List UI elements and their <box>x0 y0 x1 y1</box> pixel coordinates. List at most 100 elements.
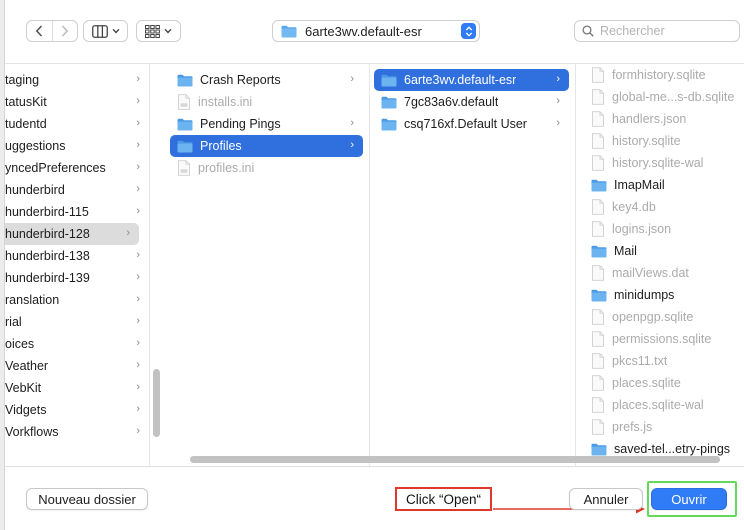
folder-row[interactable]: Profiles › <box>170 135 363 157</box>
chevron-down-icon <box>164 28 172 34</box>
item-label: places.sqlite <box>612 376 681 390</box>
chevron-right-icon: › <box>136 249 140 261</box>
folder-row[interactable]: hunderbird › <box>5 179 149 201</box>
folder-row[interactable]: rial › <box>5 311 149 333</box>
item-label: Crash Reports <box>200 73 281 87</box>
file-row[interactable]: mailViews.dat <box>576 262 744 284</box>
folder-icon <box>381 96 397 108</box>
file-row[interactable]: places.sqlite <box>576 372 744 394</box>
folder-icon <box>591 179 607 191</box>
chevron-left-icon <box>36 25 43 37</box>
toolbar: 6arte3wv.default-esr <box>5 0 744 63</box>
file-icon <box>592 133 604 149</box>
open-button[interactable]: Ouvrir <box>651 488 727 510</box>
item-label: ranslation <box>5 293 60 307</box>
file-icon <box>592 375 604 391</box>
chevron-right-icon: › <box>136 139 140 151</box>
horizontal-scrollbar[interactable] <box>190 456 720 463</box>
new-folder-button[interactable]: Nouveau dossier <box>26 488 148 510</box>
folder-row[interactable]: hunderbird-128 › <box>5 223 139 245</box>
folder-icon <box>281 25 297 37</box>
folder-row[interactable]: hunderbird-138 › <box>5 245 149 267</box>
file-row[interactable]: global-me...s-db.sqlite <box>576 86 744 108</box>
chevron-right-icon: › <box>136 73 140 85</box>
folder-row[interactable]: 6arte3wv.default-esr › <box>374 69 569 91</box>
column-browser: taging › tatusKit › tudentd › uggestions › ynced… <box>5 63 744 466</box>
search-field[interactable] <box>574 20 740 42</box>
file-row[interactable]: handlers.json <box>576 108 744 130</box>
columns-icon <box>91 24 108 38</box>
folder-row[interactable]: VebKit › <box>5 377 149 399</box>
cancel-button[interactable]: Annuler <box>569 488 643 510</box>
folder-row[interactable]: tudentd › <box>5 113 149 135</box>
group-view-button[interactable] <box>136 20 181 42</box>
folder-row[interactable]: Mail <box>576 240 744 262</box>
column-profiles: 6arte3wv.default-esr › 7gc83a6v.default › cs… <box>370 64 576 466</box>
folder-row[interactable]: Vidgets › <box>5 399 149 421</box>
folder-row[interactable]: hunderbird-115 › <box>5 201 149 223</box>
grid-icon <box>145 24 160 38</box>
folder-icon <box>177 118 193 130</box>
file-icon <box>592 89 604 105</box>
column-view-button[interactable] <box>83 20 128 42</box>
folder-row[interactable]: hunderbird-139 › <box>5 267 149 289</box>
item-label: pkcs11.txt <box>612 354 668 368</box>
forward-button[interactable] <box>51 21 77 41</box>
path-label: 6arte3wv.default-esr <box>305 23 422 39</box>
search-input[interactable] <box>600 24 730 38</box>
file-row[interactable]: pkcs11.txt <box>576 350 744 372</box>
item-label: history.sqlite-wal <box>612 156 704 170</box>
file-icon <box>592 309 604 325</box>
file-row[interactable]: logins.json <box>576 218 744 240</box>
item-label: rial <box>5 315 22 329</box>
chevron-right-icon: › <box>350 117 354 129</box>
item-label: installs.ini <box>198 95 253 109</box>
folder-row[interactable]: ranslation › <box>5 289 149 311</box>
file-icon <box>592 331 604 347</box>
item-label: yncedPreferences <box>5 161 106 175</box>
folder-icon <box>177 140 193 152</box>
file-row[interactable]: prefs.js <box>576 416 744 438</box>
ini-file-icon <box>178 94 190 110</box>
folder-row[interactable]: Pending Pings › <box>170 113 363 135</box>
file-row[interactable]: history.sqlite <box>576 130 744 152</box>
file-row[interactable]: places.sqlite-wal <box>576 394 744 416</box>
column-scrollbar[interactable] <box>153 369 160 437</box>
up-down-chevron-icon <box>465 25 472 37</box>
file-row[interactable]: key4.db <box>576 196 744 218</box>
file-row[interactable]: installs.ini <box>170 91 363 113</box>
chevron-right-icon: › <box>136 293 140 305</box>
folder-row[interactable]: Vorkflows › <box>5 421 149 443</box>
folder-row[interactable]: ImapMail <box>576 174 744 196</box>
path-popup[interactable]: 6arte3wv.default-esr <box>272 20 480 42</box>
file-row[interactable]: profiles.ini <box>170 157 363 179</box>
folder-row[interactable]: 7gc83a6v.default › <box>374 91 569 113</box>
folder-row[interactable]: Veather › <box>5 355 149 377</box>
folder-row[interactable]: yncedPreferences › <box>5 157 149 179</box>
file-row[interactable]: openpgp.sqlite <box>576 306 744 328</box>
file-row[interactable]: history.sqlite-wal <box>576 152 744 174</box>
folder-row[interactable]: oices › <box>5 333 149 355</box>
item-label: handlers.json <box>612 112 687 126</box>
folder-row[interactable]: minidumps <box>576 284 744 306</box>
item-label: Mail <box>614 244 637 258</box>
open-dialog: 6arte3wv.default-esr taging›tatusKit›tud… <box>4 0 744 530</box>
chevron-right-icon: › <box>556 117 560 129</box>
chevron-right-icon: › <box>126 227 130 239</box>
chevron-right-icon: › <box>556 73 560 85</box>
folder-row[interactable]: Crash Reports › <box>170 69 363 91</box>
item-label: uggestions <box>5 139 66 153</box>
item-label: logins.json <box>612 222 672 236</box>
file-row[interactable]: permissions.sqlite <box>576 328 744 350</box>
file-icon <box>592 67 604 83</box>
item-label: Veather <box>5 359 49 373</box>
file-row[interactable]: formhistory.sqlite <box>576 64 744 86</box>
folder-row[interactable]: uggestions › <box>5 135 149 157</box>
item-label: ImapMail <box>614 178 665 192</box>
file-icon <box>592 265 604 281</box>
folder-row[interactable]: tatusKit › <box>5 91 149 113</box>
chevron-right-icon: › <box>136 271 140 283</box>
back-button[interactable] <box>27 21 52 41</box>
folder-row[interactable]: csq716xf.Default User › <box>374 113 569 135</box>
folder-row[interactable]: taging › <box>5 69 149 91</box>
